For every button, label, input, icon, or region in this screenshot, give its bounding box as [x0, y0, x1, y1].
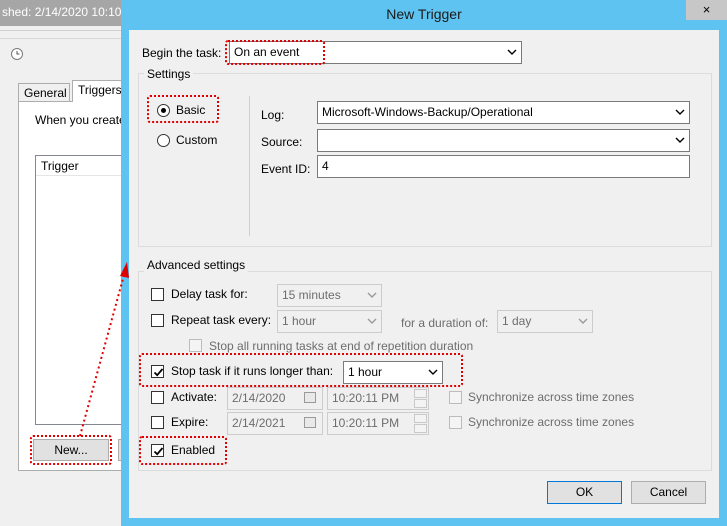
annotation-arrow: [79, 262, 129, 437]
